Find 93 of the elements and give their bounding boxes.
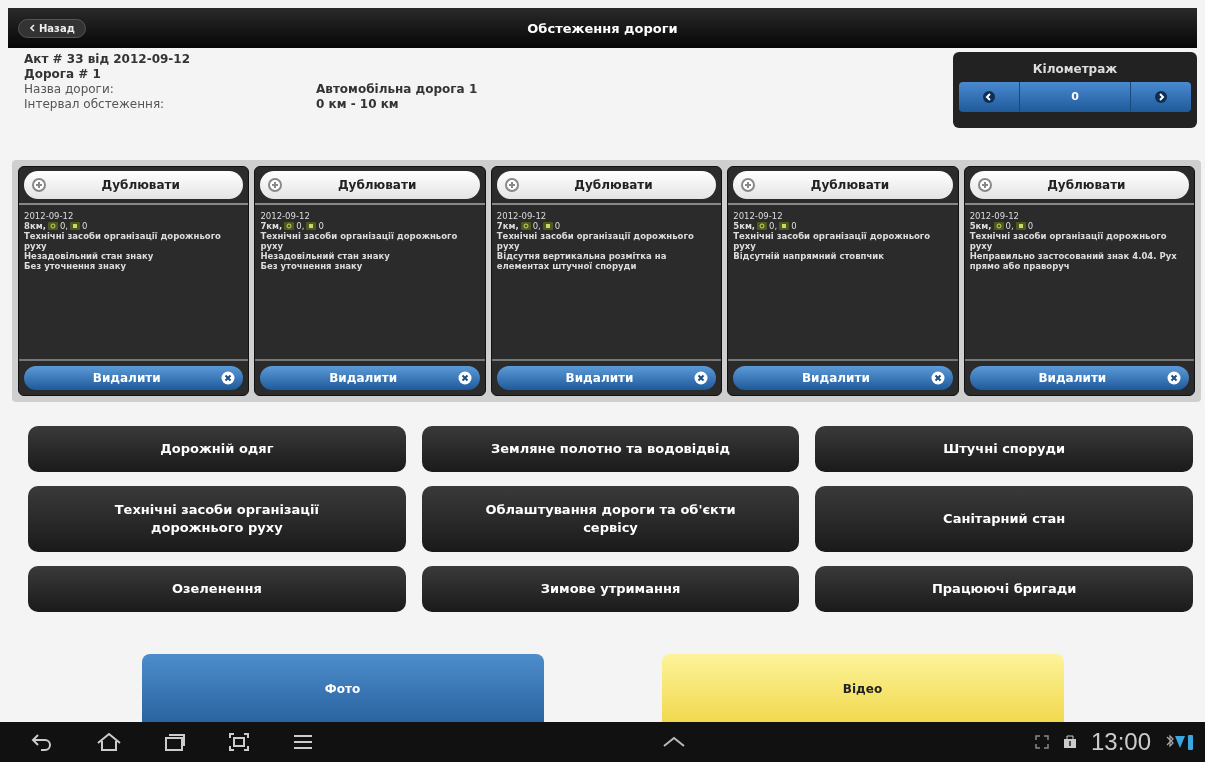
- close-icon: [1167, 371, 1182, 385]
- expand-icon: [1034, 735, 1049, 749]
- video-icon: [70, 222, 80, 230]
- card-text: Незадовільний стан знаку: [24, 251, 155, 261]
- card-text: Відсутній напрямний стовпчик: [733, 251, 885, 261]
- category-button[interactable]: Технічні засоби організації дорожнього руху: [28, 486, 406, 552]
- plus-icon: [32, 178, 46, 192]
- card-text: Технічні засоби організації дорожнього руху: [24, 231, 222, 251]
- video-count: 0: [318, 221, 324, 231]
- category-button[interactable]: Працюючі бригади: [815, 566, 1193, 612]
- card-date: 2012-09-12: [733, 211, 784, 221]
- card-km: 5км,: [969, 221, 992, 231]
- card-text: Технічні засоби організації дорожнього руху: [496, 231, 695, 251]
- card-km: 7км,: [496, 221, 519, 231]
- screen-title: Обстеження дороги: [527, 20, 678, 36]
- card-text: Технічні засоби організації дорожнього руху: [733, 231, 932, 251]
- back-icon[interactable]: [30, 732, 54, 752]
- video-icon: [542, 222, 553, 230]
- duplicate-button[interactable]: Дублювати: [496, 171, 717, 199]
- status-icons: [1165, 732, 1195, 752]
- card-text: Технічні засоби організації дорожнього руху: [969, 231, 1168, 251]
- field-value: 0 км - 10 км: [316, 97, 399, 112]
- video-icon: [779, 222, 790, 230]
- close-icon: [457, 371, 472, 385]
- video-icon: [306, 222, 317, 230]
- video-count: 0: [1027, 221, 1034, 231]
- menu-icon[interactable]: [292, 732, 314, 752]
- card-text: Технічні засоби організації дорожнього руху: [260, 231, 459, 251]
- card-km: 5км,: [733, 221, 756, 231]
- recent-apps-icon[interactable]: [164, 732, 186, 752]
- photo-count: 0,: [769, 221, 778, 231]
- home-icon[interactable]: [96, 732, 122, 752]
- photo-count: 0,: [1005, 221, 1014, 231]
- plus-icon: [741, 178, 756, 192]
- card-date: 2012-09-12: [969, 211, 1021, 221]
- delete-button[interactable]: Видалити: [969, 366, 1190, 390]
- close-icon: [221, 371, 236, 385]
- field-label: Назва дороги:: [24, 82, 115, 97]
- photo-icon: [284, 222, 295, 230]
- close-icon: [930, 371, 945, 385]
- delete-button[interactable]: Видалити: [733, 366, 953, 390]
- card-date: 2012-09-12: [496, 211, 548, 221]
- category-button[interactable]: Санітарний стан: [815, 486, 1193, 552]
- delete-button[interactable]: Видалити: [496, 366, 717, 390]
- plus-icon: [977, 178, 992, 192]
- category-button[interactable]: Дорожній одяг: [28, 426, 406, 472]
- plus-icon: [268, 178, 283, 192]
- field-label: Інтервал обстеження:: [24, 97, 166, 112]
- mileage-value: 0: [1019, 82, 1131, 112]
- clock: 13:00: [1090, 728, 1151, 756]
- category-button[interactable]: Озеленення: [28, 566, 406, 612]
- photo-icon: [47, 222, 58, 230]
- photo-count: 0,: [296, 221, 305, 231]
- card-text: Без уточнення знаку: [260, 261, 364, 271]
- video-count: 0: [82, 221, 88, 231]
- duplicate-button[interactable]: Дублювати: [733, 171, 953, 199]
- card-text: Неправильно застосований знак 4.04. Рух прямо або праворуч: [969, 251, 1178, 271]
- close-icon: [694, 371, 709, 385]
- photo-icon: [993, 222, 1004, 230]
- video-icon: [1015, 222, 1026, 230]
- plus-icon: [504, 178, 519, 192]
- media-button[interactable]: Відео: [661, 654, 1064, 722]
- media-button[interactable]: Фото: [141, 654, 544, 722]
- back-button[interactable]: Назад: [18, 18, 86, 38]
- field-value: Автомобільна дорога 1: [316, 82, 478, 97]
- photo-count: 0,: [59, 221, 68, 231]
- card-text: Без уточнення знаку: [24, 261, 127, 271]
- back-chevron-icon: [29, 24, 35, 32]
- photo-icon: [520, 222, 531, 230]
- video-count: 0: [554, 221, 561, 231]
- card-km: 8км,: [24, 221, 46, 231]
- category-button[interactable]: Зимове утримання: [421, 566, 800, 612]
- caret-up-icon[interactable]: [662, 736, 687, 748]
- road-number: Дорога # 1: [24, 67, 102, 82]
- duplicate-button[interactable]: Дублювати: [969, 171, 1190, 199]
- delete-button[interactable]: Видалити: [260, 366, 480, 390]
- duplicate-button[interactable]: Дублювати: [260, 171, 480, 199]
- video-count: 0: [791, 221, 797, 231]
- category-button[interactable]: Земляне полотно та водовідвід: [421, 426, 800, 472]
- card-text: Відсутня вертикальна розмітка на елементах штучної споруди: [496, 251, 668, 271]
- category-button[interactable]: Штучні споруди: [815, 426, 1193, 472]
- delete-button[interactable]: Видалити: [24, 366, 244, 390]
- duplicate-button[interactable]: Дублювати: [24, 171, 244, 199]
- card-km: 7км,: [260, 221, 283, 231]
- mileage-title: Кілометраж: [1032, 62, 1118, 76]
- screenshot-icon[interactable]: [228, 732, 250, 752]
- category-button[interactable]: Облаштування дороги та об'єкти сервісу: [421, 486, 800, 552]
- photo-count: 0,: [532, 221, 541, 231]
- photo-icon: [757, 222, 768, 230]
- card-date: 2012-09-12: [24, 211, 75, 221]
- card-date: 2012-09-12: [260, 211, 311, 221]
- card-text: Незадовільний стан знаку: [260, 251, 391, 261]
- act-title: Акт # 33 від 2012-09-12: [24, 52, 191, 67]
